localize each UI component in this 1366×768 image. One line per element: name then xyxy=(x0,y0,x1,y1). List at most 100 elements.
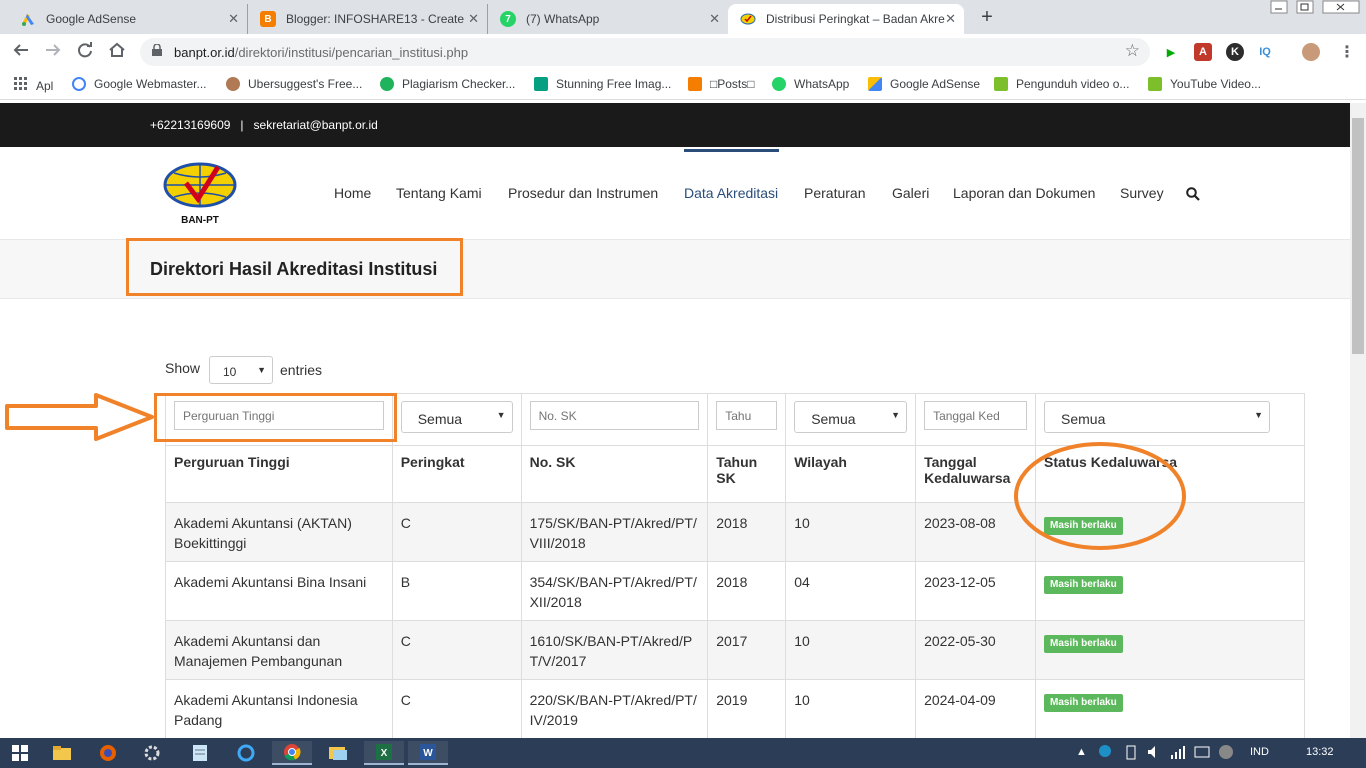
svg-text:BAN-PT: BAN-PT xyxy=(181,215,219,225)
column-header[interactable]: No. SK xyxy=(520,445,709,503)
cell-perguruan-tinggi: Akademi Akuntansi Indonesia Padang xyxy=(165,679,393,739)
bookmark-ubersuggest[interactable]: Ubersuggest's Free... xyxy=(226,77,362,91)
nav-prosedur-dan-instrumen[interactable]: Prosedur dan Instrumen xyxy=(508,185,658,201)
cell-tanggal: 2024-04-09 xyxy=(915,679,1037,739)
clock[interactable]: 13:32 xyxy=(1306,746,1334,758)
windows-start-icon[interactable] xyxy=(0,741,40,765)
cell-status: Masih berlaku xyxy=(1035,561,1305,621)
notification-tray-icon[interactable] xyxy=(1218,744,1234,763)
show-hidden-icons-icon[interactable]: ▲ xyxy=(1076,746,1087,758)
close-window-icon[interactable] xyxy=(1322,0,1360,17)
bookmark-youtube-video[interactable]: YouTube Video... xyxy=(1148,77,1261,91)
bookmark-google-adsense[interactable]: Google AdSense xyxy=(868,77,980,91)
scrollbar-thumb[interactable] xyxy=(1352,118,1364,354)
cell-no-sk: 175/SK/BAN-PT/Akred/PT/VIII/2018 xyxy=(520,502,709,562)
apps-grid-icon xyxy=(14,77,28,94)
pdf-extension-icon[interactable]: A xyxy=(1194,43,1212,61)
notepad-icon[interactable] xyxy=(180,741,220,765)
column-header[interactable]: Tahun SK xyxy=(707,445,787,503)
language-indicator[interactable]: IND xyxy=(1250,746,1269,758)
bookmark-star-icon[interactable]: ☆ xyxy=(1125,41,1140,61)
table-row: Akademi Akuntansi dan Manajemen Pembangu… xyxy=(165,620,1305,680)
bookmark-plagiarism-checker[interactable]: Plagiarism Checker... xyxy=(380,77,515,91)
minimize-icon[interactable] xyxy=(1270,0,1288,17)
firefox-icon[interactable] xyxy=(88,741,128,765)
word-icon[interactable]: W xyxy=(408,741,448,765)
menu-kebab-icon[interactable]: ⋮ xyxy=(1338,43,1356,61)
tab-google-adsense[interactable]: Google AdSense ✕ xyxy=(8,4,248,34)
address-bar[interactable]: banpt.or.id/direktori/institusi/pencaria… xyxy=(140,38,1150,66)
cell-peringkat: C xyxy=(391,620,522,680)
ubersuggest-icon xyxy=(226,77,240,91)
nav-laporan-dan-dokumen[interactable]: Laporan dan Dokumen xyxy=(953,185,1095,201)
excel-icon[interactable]: X xyxy=(364,741,404,765)
column-header[interactable]: Perguruan Tinggi xyxy=(165,445,393,503)
home-icon[interactable] xyxy=(108,41,126,64)
close-tab-icon[interactable]: ✕ xyxy=(945,11,956,27)
chevron-down-icon: ▼ xyxy=(1254,410,1264,420)
chrome-icon[interactable] xyxy=(272,741,312,765)
nav-home[interactable]: Home xyxy=(334,185,371,201)
k-extension-icon[interactable]: K xyxy=(1226,43,1244,61)
banpt-logo[interactable]: BAN-PT xyxy=(162,161,238,226)
table-row: Akademi Akuntansi Bina Insani B 354/SK/B… xyxy=(165,561,1305,621)
forward-icon[interactable] xyxy=(44,41,62,64)
close-tab-icon[interactable]: ✕ xyxy=(709,11,720,27)
entries-per-page-select[interactable]: 10 ▼ xyxy=(209,356,273,384)
tahun-filter-input[interactable] xyxy=(716,401,778,430)
back-icon[interactable] xyxy=(12,41,30,64)
cell-peringkat: B xyxy=(391,561,522,621)
nav-peraturan[interactable]: Peraturan xyxy=(804,185,865,201)
search-icon[interactable] xyxy=(1186,187,1200,206)
restore-icon[interactable] xyxy=(1296,0,1314,17)
photos-icon[interactable] xyxy=(318,741,358,765)
close-tab-icon[interactable]: ✕ xyxy=(228,11,239,27)
bookmark-whatsapp[interactable]: WhatsApp xyxy=(772,77,849,91)
entries-label: entries xyxy=(280,362,323,378)
action-center-icon[interactable] xyxy=(1194,744,1210,763)
nav-survey[interactable]: Survey xyxy=(1120,185,1164,201)
tanggal-kedaluwarsa-filter-input[interactable] xyxy=(924,401,1028,430)
bookmark-google-webmaster[interactable]: Google Webmaster... xyxy=(72,77,207,91)
column-header[interactable]: Wilayah xyxy=(785,445,917,503)
tab-blogger[interactable]: B Blogger: INFOSHARE13 - Create p ✕ xyxy=(248,4,488,34)
file-explorer-icon[interactable] xyxy=(42,741,82,765)
status-badge: Masih berlaku xyxy=(1044,576,1123,594)
bookmark-apps[interactable]: Apl xyxy=(14,77,53,94)
bookmark-pengunduh-video[interactable]: Pengunduh video o... xyxy=(994,77,1129,91)
close-tab-icon[interactable]: ✕ xyxy=(468,11,479,27)
peringkat-filter-select[interactable]: Semua ▼ xyxy=(400,401,513,433)
new-tab-button[interactable]: + xyxy=(975,6,999,30)
profile-avatar[interactable] xyxy=(1302,43,1320,61)
play-extension-icon[interactable]: ▶ xyxy=(1162,43,1180,61)
internet-explorer-icon[interactable] xyxy=(226,741,266,765)
lock-icon xyxy=(152,44,162,56)
status-filter-select[interactable]: Semua ▼ xyxy=(1044,401,1271,433)
volume-icon[interactable] xyxy=(1146,744,1162,763)
show-label: Show xyxy=(165,360,201,376)
nav-galeri[interactable]: Galeri xyxy=(892,185,929,201)
reload-icon[interactable] xyxy=(76,41,94,64)
blogger-icon: B xyxy=(260,11,276,27)
tab-title: Google AdSense xyxy=(46,12,137,26)
tab-whatsapp[interactable]: 7 (7) WhatsApp ✕ xyxy=(488,4,728,34)
cell-wilayah: 10 xyxy=(785,502,917,562)
nav-data-akreditasi[interactable]: Data Akreditasi xyxy=(684,185,778,201)
table-row: Akademi Akuntansi Indonesia Padang C 220… xyxy=(165,679,1305,739)
browser-tab-strip: Google AdSense ✕ B Blogger: INFOSHARE13 … xyxy=(0,0,1366,34)
chevron-down-icon: ▼ xyxy=(257,365,266,375)
iq-extension-icon[interactable]: IQ xyxy=(1256,43,1274,61)
nav-tentang-kami[interactable]: Tentang Kami xyxy=(396,185,482,201)
cell-status: Masih berlaku xyxy=(1035,679,1305,739)
annotation-search-box xyxy=(154,393,397,442)
network-signal-icon[interactable] xyxy=(1170,744,1186,763)
edge-tray-icon[interactable] xyxy=(1098,744,1112,761)
tab-distribusi-peringkat[interactable]: Distribusi Peringkat – Badan Akre ✕ xyxy=(728,4,964,34)
bookmark-stunning-free-images[interactable]: Stunning Free Imag... xyxy=(534,77,671,91)
battery-icon[interactable] xyxy=(1126,744,1136,763)
no-sk-filter-input[interactable] xyxy=(529,401,700,430)
column-header[interactable]: Peringkat xyxy=(391,445,522,503)
bookmark-posts[interactable]: □Posts□ xyxy=(688,77,755,91)
wilayah-filter-select[interactable]: Semua ▼ xyxy=(794,401,908,433)
settings-gear-icon[interactable] xyxy=(132,741,172,765)
